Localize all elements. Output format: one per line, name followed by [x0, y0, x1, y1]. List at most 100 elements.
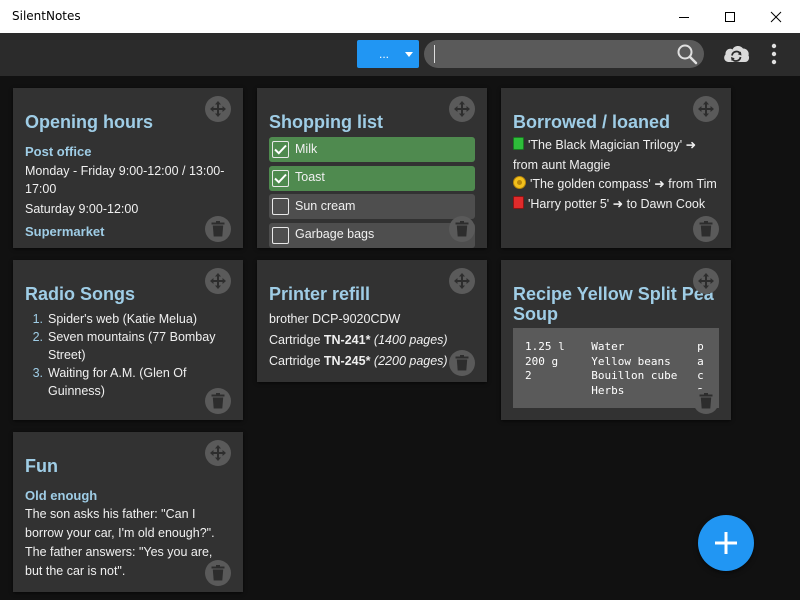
app-toolbar: ...	[0, 33, 800, 76]
trash-icon	[211, 565, 225, 581]
note-text: The son asks his father: "Can I borrow y…	[25, 507, 215, 578]
note-title: Recipe Yellow Split Pea Soup	[513, 284, 714, 324]
move-arrows-icon	[698, 101, 714, 117]
checkbox-checked[interactable]	[272, 141, 289, 158]
move-note-button[interactable]	[205, 440, 231, 466]
checkmark-icon	[274, 144, 287, 155]
checklist-item[interactable]: Garbage bags	[269, 222, 475, 248]
checklist-item[interactable]: Sun cream	[269, 194, 475, 219]
section-heading: Post office	[25, 144, 92, 159]
red-book-icon	[513, 195, 524, 209]
checkbox-unchecked[interactable]	[272, 198, 289, 215]
note-title: Printer refill	[269, 284, 371, 304]
borrowed-item: 'Harry potter 5' ➜ to Dawn Cook	[513, 195, 721, 215]
note-title: Borrowed / loaned	[513, 112, 671, 132]
delete-note-button[interactable]	[693, 216, 719, 242]
more-vertical-icon[interactable]	[769, 43, 779, 65]
window-titlebar: SilentNotes	[0, 0, 800, 33]
maximize-icon	[725, 11, 735, 22]
list-item-text: Seven mountains (77 Bombay Street)	[48, 330, 216, 362]
note-card-recipe[interactable]: Recipe Yellow Split Pea Soup 1.25 l Wate…	[501, 260, 731, 420]
note-text-line: brother DCP-9020CDW	[269, 312, 401, 326]
cartridge-model: TN-245*	[323, 354, 371, 368]
borrowed-item-text: 'The Black Magician Trilogy' ➜ from aunt…	[513, 138, 697, 172]
list-item: 1. Spider's web (Katie Melua)	[25, 310, 233, 328]
delete-note-button[interactable]	[693, 388, 719, 414]
note-body: brother DCP-9020CDW Cartridge TN-241* (1…	[269, 309, 477, 372]
note-body: 'The Black Magician Trilogy' ➜ from aunt…	[513, 136, 721, 214]
green-book-icon	[513, 137, 524, 150]
list-item-text: Spider's web (Katie Melua)	[48, 312, 197, 326]
checklist-item[interactable]: Milk	[269, 137, 475, 162]
move-note-button[interactable]	[205, 268, 231, 294]
borrowed-item-text: 'The golden compass' ➜ from Tim	[530, 177, 717, 191]
trash-icon	[699, 221, 713, 237]
cartridge-prefix: Cartridge	[269, 333, 324, 347]
move-arrows-icon	[210, 445, 226, 461]
note-card-borrowed-loaned[interactable]: Borrowed / loaned 'The Black Magician Tr…	[501, 88, 731, 248]
checklist: Milk Toast Sun cream Garbage bags	[269, 137, 475, 248]
numbered-list: 1. Spider's web (Katie Melua) 2. Seven mou…	[25, 310, 233, 400]
checklist-item-label: Garbage bags	[295, 227, 375, 242]
delete-note-button[interactable]	[205, 388, 231, 414]
trash-icon	[455, 355, 469, 371]
note-title: Fun	[25, 456, 58, 476]
note-body: Post office Monday - Friday 9:00-12:00 /…	[25, 142, 233, 242]
cartridge-line: Cartridge TN-241* (1400 pages)	[269, 330, 477, 351]
minimize-button[interactable]	[661, 0, 707, 33]
move-note-button[interactable]	[693, 96, 719, 122]
text-cursor	[434, 45, 435, 63]
note-card-shopping-list[interactable]: Shopping list Milk Toast Sun cream Garba…	[257, 88, 487, 248]
checklist-item-label: Toast	[295, 170, 325, 185]
note-body: Old enough The son asks his father: "Can…	[25, 486, 233, 581]
note-card-fun[interactable]: Fun Old enough The son asks his father: …	[13, 432, 243, 592]
close-button[interactable]	[753, 0, 799, 33]
trash-icon	[211, 393, 225, 409]
list-number: 3.	[32, 366, 43, 380]
note-card-printer-refill[interactable]: Printer refill brother DCP-9020CDW Cartr…	[257, 260, 487, 382]
search-icon[interactable]	[676, 43, 698, 65]
list-item: 3. Waiting for A.M. (Glen Of Guinness)	[25, 364, 233, 400]
move-arrows-icon	[210, 101, 226, 117]
borrowed-item: 'The Black Magician Trilogy' ➜ from aunt…	[513, 136, 721, 175]
filter-dropdown-button[interactable]: ...	[357, 40, 419, 68]
note-card-radio-songs[interactable]: Radio Songs 1. Spider's web (Katie Melua)…	[13, 260, 243, 420]
chevron-down-icon	[405, 52, 413, 57]
note-title: Shopping list	[269, 112, 383, 132]
maximize-button[interactable]	[707, 0, 753, 33]
note-title: Opening hours	[25, 112, 153, 132]
add-note-button[interactable]	[698, 515, 754, 571]
delete-note-button[interactable]	[449, 216, 475, 242]
checkmark-icon	[274, 173, 287, 184]
cartridge-prefix: Cartridge	[269, 354, 324, 368]
move-note-button[interactable]	[693, 268, 719, 294]
move-note-button[interactable]	[205, 96, 231, 122]
close-icon	[770, 11, 782, 22]
move-note-button[interactable]	[449, 268, 475, 294]
checklist-item-label: Milk	[295, 141, 318, 156]
search-input[interactable]	[438, 44, 668, 64]
checkbox-unchecked[interactable]	[272, 226, 289, 244]
checkbox-checked[interactable]	[272, 169, 289, 187]
window-title: SilentNotes	[12, 9, 81, 23]
gold-coin-icon	[513, 176, 526, 189]
search-box[interactable]	[424, 40, 704, 68]
move-note-button[interactable]	[449, 96, 475, 122]
trash-icon	[455, 221, 469, 237]
note-text-line: Monday - Friday 9:00-12:00 / 13:00-17:00	[25, 163, 225, 196]
trash-icon	[699, 393, 713, 409]
delete-note-button[interactable]	[449, 350, 475, 376]
cloud-sync-icon[interactable]	[721, 41, 751, 67]
note-card-opening-hours[interactable]: Opening hours Post office Monday - Frida…	[13, 88, 243, 248]
note-text-line: Saturday 9:00-12:00	[25, 201, 139, 216]
section-heading: Old enough	[25, 488, 98, 503]
checklist-item-label: Sun cream	[295, 198, 356, 213]
delete-note-button[interactable]	[205, 216, 231, 242]
checklist-item[interactable]: Toast	[269, 165, 475, 191]
section-heading: Supermarket	[25, 224, 105, 239]
delete-note-button[interactable]	[205, 560, 231, 586]
cartridge-pages: (2200 pages)	[373, 354, 448, 368]
note-body: 1. Spider's web (Katie Melua) 2. Seven mou…	[25, 310, 233, 400]
list-number: 2.	[32, 330, 43, 344]
cartridge-pages: (1400 pages)	[373, 333, 448, 347]
